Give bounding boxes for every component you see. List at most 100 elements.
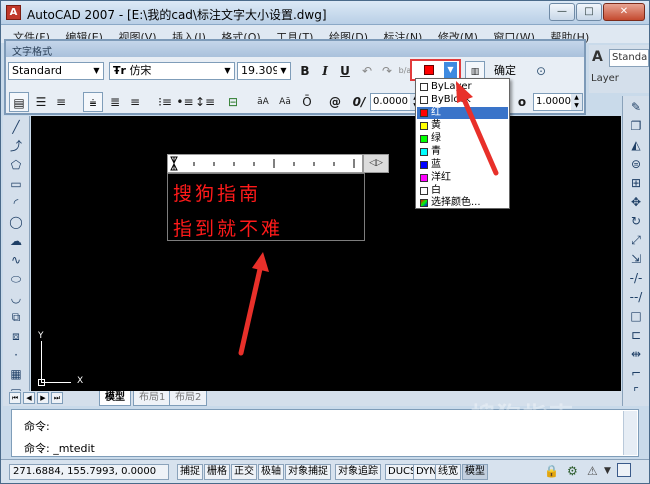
color-option-select-color[interactable]: 选择颜色... bbox=[417, 197, 508, 209]
lineweight-toggle[interactable]: 线宽 bbox=[435, 464, 461, 480]
break-icon[interactable]: ⊏ bbox=[627, 327, 645, 343]
last-tab-icon[interactable]: ⏭ bbox=[51, 392, 63, 404]
point-icon[interactable]: · bbox=[7, 347, 25, 363]
close-button[interactable]: ✕ bbox=[603, 3, 645, 21]
redo-button[interactable]: ↷ bbox=[377, 61, 397, 81]
align-right-icon[interactable]: ≡ bbox=[125, 92, 145, 112]
ruler-resize-icon[interactable]: ◁▷ bbox=[363, 154, 389, 173]
text-style-icon[interactable]: A bbox=[592, 49, 603, 65]
align-top-icon[interactable]: ⩧ bbox=[83, 92, 103, 112]
bullets-icon[interactable]: •≡ bbox=[175, 92, 195, 112]
color-option-yellow[interactable]: 黄 bbox=[417, 120, 508, 132]
width-factor-input[interactable]: 1.0000 ▲ ▼ bbox=[533, 93, 583, 111]
command-window-grip[interactable] bbox=[1, 409, 11, 457]
erase-icon[interactable]: ✎ bbox=[627, 99, 645, 115]
scale-icon[interactable]: ⤢ bbox=[627, 232, 645, 248]
first-tab-icon[interactable]: ⏮ bbox=[9, 392, 21, 404]
prev-tab-icon[interactable]: ◀ bbox=[23, 392, 35, 404]
chevron-down-icon[interactable]: ▼ bbox=[444, 62, 457, 78]
communication-center-icon[interactable]: ⚠ bbox=[587, 464, 598, 478]
style-select[interactable]: Standard ▼ bbox=[8, 62, 104, 80]
spline-icon[interactable]: ∿ bbox=[7, 252, 25, 268]
color-option-green[interactable]: 绿 bbox=[417, 133, 508, 145]
arc-icon[interactable]: ◜ bbox=[7, 195, 25, 211]
chevron-down-icon[interactable]: ▼ bbox=[90, 63, 103, 79]
osnap-toggle[interactable]: 对象捕捉 bbox=[285, 464, 331, 480]
bold-button[interactable]: B bbox=[295, 61, 315, 81]
polygon-icon[interactable]: ⬠ bbox=[7, 157, 25, 173]
align-center-icon[interactable]: ≣ bbox=[105, 92, 125, 112]
revcloud-icon[interactable]: ☁ bbox=[7, 233, 25, 249]
uppercase-icon[interactable]: āA bbox=[253, 92, 273, 112]
oblique-angle-icon[interactable]: 0/ bbox=[349, 92, 369, 112]
paragraph-icon[interactable]: ☰ bbox=[31, 92, 51, 112]
ellipse-icon[interactable]: ⬭ bbox=[7, 271, 25, 287]
font-select[interactable]: Ŧr 仿宋 ▼ bbox=[109, 62, 235, 80]
ellipse-arc-icon[interactable]: ◡ bbox=[7, 290, 25, 306]
command-scrollbar[interactable] bbox=[623, 411, 637, 455]
align-left-icon[interactable]: ≡ bbox=[51, 92, 71, 112]
color-option-byblock[interactable]: ByBlock bbox=[417, 94, 508, 106]
make-block-icon[interactable]: ⧈ bbox=[7, 328, 25, 344]
tray-settings-icon[interactable]: ⚙ bbox=[567, 464, 578, 478]
color-option-cyan[interactable]: 青 bbox=[417, 146, 508, 158]
offset-icon[interactable]: ⊜ bbox=[627, 156, 645, 172]
trim-icon[interactable]: -/- bbox=[627, 270, 645, 286]
extend-icon[interactable]: --/ bbox=[627, 289, 645, 305]
lock-icon[interactable]: 🔒 bbox=[544, 464, 559, 478]
color-option-bylayer[interactable]: ByLayer bbox=[417, 81, 508, 93]
tab-layout1[interactable]: 布局1 bbox=[133, 391, 172, 406]
snap-toggle[interactable]: 捕捉 bbox=[177, 464, 203, 480]
spin-up-icon[interactable]: ▲ bbox=[571, 94, 582, 102]
ortho-toggle[interactable]: 正交 bbox=[231, 464, 257, 480]
text-style-select[interactable]: Standa bbox=[609, 49, 649, 67]
tab-model[interactable]: 模型 bbox=[99, 391, 131, 406]
stretch-icon[interactable]: ⇲ bbox=[627, 251, 645, 267]
color-option-blue[interactable]: 蓝 bbox=[417, 159, 508, 171]
spin-down-icon[interactable]: ▼ bbox=[571, 102, 582, 110]
otrack-toggle[interactable]: 对象追踪 bbox=[335, 464, 381, 480]
maximize-button[interactable]: □ bbox=[576, 3, 602, 21]
width-factor-icon[interactable]: o bbox=[512, 92, 532, 112]
grid-toggle[interactable]: 栅格 bbox=[204, 464, 230, 480]
chevron-down-icon[interactable]: ▼ bbox=[221, 63, 234, 79]
clean-screen-icon[interactable] bbox=[617, 463, 631, 477]
move-icon[interactable]: ✥ bbox=[627, 194, 645, 210]
color-option-white[interactable]: 白 bbox=[417, 185, 508, 197]
insert-block-icon[interactable]: ⧉ bbox=[7, 309, 25, 325]
polyline-icon[interactable]: ⤴ bbox=[7, 138, 25, 154]
text-formatting-titlebar[interactable]: 文字格式 bbox=[6, 41, 584, 58]
undo-button[interactable]: ↶ bbox=[357, 61, 377, 81]
fillet-icon[interactable]: ⌜ bbox=[627, 384, 645, 400]
italic-button[interactable]: I bbox=[315, 61, 335, 81]
title-bar[interactable]: A AutoCAD 2007 - [E:\我的cad\标注文字大小设置.dwg]… bbox=[1, 1, 649, 25]
line-icon[interactable]: ╱ bbox=[7, 119, 25, 135]
text-editor-ruler[interactable] bbox=[167, 154, 363, 173]
mirror-icon[interactable]: ◭ bbox=[627, 137, 645, 153]
chevron-down-icon[interactable]: ▼ bbox=[277, 63, 290, 79]
join-icon[interactable]: ⇹ bbox=[627, 346, 645, 362]
next-tab-icon[interactable]: ▶ bbox=[37, 392, 49, 404]
underline-button[interactable]: U bbox=[335, 61, 355, 81]
model-toggle[interactable]: 模型 bbox=[462, 464, 488, 480]
mtext-edit-box[interactable]: 搜狗指南 指到就不难 bbox=[167, 173, 365, 241]
lowercase-icon[interactable]: Aā bbox=[275, 92, 295, 112]
hatch-icon[interactable]: ▦ bbox=[7, 366, 25, 382]
chamfer-icon[interactable]: ⌐ bbox=[627, 365, 645, 381]
symbol-icon[interactable]: @ bbox=[325, 92, 345, 112]
array-icon[interactable]: ⊞ bbox=[627, 175, 645, 191]
tab-layout2[interactable]: 布局2 bbox=[169, 391, 208, 406]
status-menu-icon[interactable]: ▼ bbox=[604, 466, 611, 476]
circle-icon[interactable]: ◯ bbox=[7, 214, 25, 230]
rotate-icon[interactable]: ↻ bbox=[627, 213, 645, 229]
polar-toggle[interactable]: 极轴 bbox=[258, 464, 284, 480]
options-icon[interactable]: ⊙ bbox=[531, 61, 551, 81]
color-option-red[interactable]: 红 bbox=[417, 107, 508, 119]
coordinate-readout[interactable]: 271.6884, 155.7993, 0.0000 bbox=[9, 464, 169, 480]
line-spacing-icon[interactable]: ↕≡ bbox=[195, 92, 215, 112]
overline-icon[interactable]: Ō bbox=[297, 92, 317, 112]
rectangle-icon[interactable]: ▭ bbox=[7, 176, 25, 192]
color-option-magenta[interactable]: 洋红 bbox=[417, 172, 508, 184]
break-point-icon[interactable]: □ bbox=[627, 308, 645, 324]
minimize-button[interactable]: — bbox=[549, 3, 575, 21]
